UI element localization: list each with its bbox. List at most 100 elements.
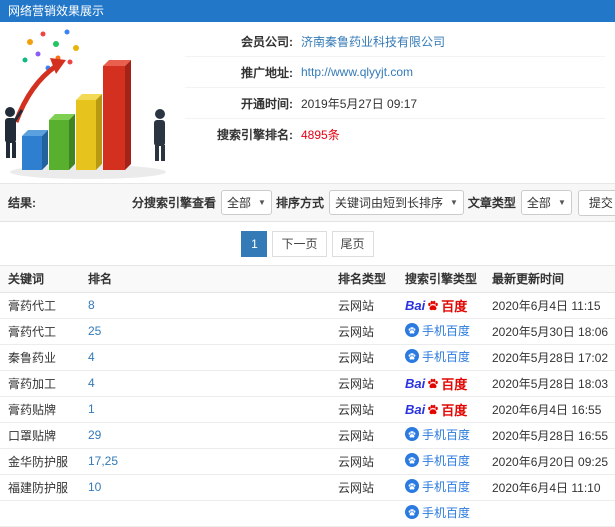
baidu-mobile-badge: 手机百度 [405, 478, 470, 495]
rank-cell: 4 [80, 370, 330, 397]
engine-cell: 手机百度 [397, 474, 484, 501]
sort-filter-label: 排序方式 [275, 196, 324, 210]
table-row: 秦鲁药业 4 云网站 手机百度 2020年5月28日 17:02 [0, 344, 615, 371]
pagination: 1 下一页 尾页 [0, 222, 615, 266]
rank-type-cell: 云网站 [330, 474, 397, 501]
info-section: 会员公司: 济南秦鲁药业科技有限公司 推广地址: http://www.qlyy… [0, 22, 615, 184]
header-rank-type: 排名类型 [330, 266, 397, 293]
table-row: 福建防护服 10 云网站 手机百度 2020年6月4日 11:10 [0, 474, 615, 501]
rank-count-label: 搜索引擎排名: [217, 128, 293, 142]
next-page-button[interactable]: 下一页 [272, 230, 327, 257]
results-label: 结果: [8, 196, 36, 210]
rank-link[interactable]: 4 [88, 376, 95, 390]
updated-cell: 2020年6月4日 11:15 [484, 292, 615, 319]
rank-type-cell: 云网站 [330, 370, 397, 397]
info-row-company: 会员公司: 济南秦鲁药业科技有限公司 [185, 26, 605, 57]
engine-cell: Bai 百度 [397, 370, 484, 397]
rank-cell: 1 [80, 396, 330, 423]
promo-url-link[interactable]: http://www.qlyyjt.com [301, 65, 413, 79]
baidu-mobile-icon [405, 505, 419, 520]
engine-cell: 手机百度 [397, 318, 484, 345]
company-name-link[interactable]: 济南秦鲁药业科技有限公司 [301, 33, 445, 50]
promo-url-label: 推广地址: [241, 65, 293, 80]
updated-cell: 2020年6月4日 11:10 [484, 474, 615, 501]
baidu-paw-icon [428, 404, 439, 415]
rank-cell: 29 [80, 422, 330, 449]
keyword-cell: 秦鲁药业 [0, 344, 80, 371]
rank-count-value: 4895条 [301, 128, 340, 142]
company-info-list: 会员公司: 济南秦鲁药业科技有限公司 推广地址: http://www.qlyy… [185, 22, 615, 183]
engine-cell: 手机百度 [397, 448, 484, 475]
keyword-cell: 福建防护服 [0, 474, 80, 501]
engine-filter-label: 分搜索引擎查看 [132, 196, 217, 210]
article-type-select[interactable]: 全部 ▼ [520, 190, 572, 215]
baidu-pc-logo: Bai 百度 [405, 375, 468, 392]
rank-cell: 8 [80, 292, 330, 319]
engine-cell: 手机百度 [397, 422, 484, 449]
table-row: 金华防护服 17,25 云网站 手机百度 2020年6月20日 09:25 [0, 448, 615, 475]
rank-link[interactable]: 10 [88, 480, 101, 494]
rank-link[interactable]: 1 [88, 402, 95, 416]
last-page-button[interactable]: 尾页 [331, 230, 374, 257]
open-time-value: 2019年5月27日 09:17 [301, 96, 418, 111]
rank-link[interactable]: 29 [88, 428, 101, 442]
rank-cell: 10 [80, 474, 330, 501]
updated-cell: 2020年6月4日 16:55 [484, 396, 615, 423]
results-table: 关键词 排名 排名类型 搜索引擎类型 最新更新时间 膏药代工 8 云网站 Bai… [0, 266, 615, 527]
keyword-cell: 膏药代工 [0, 318, 80, 345]
rank-type-cell: 云网站 [330, 292, 397, 319]
baidu-pc-logo: Bai 百度 [405, 297, 468, 314]
info-row-url: 推广地址: http://www.qlyyjt.com [185, 57, 605, 88]
table-row: 手机百度 [0, 500, 615, 527]
baidu-mobile-icon [405, 349, 419, 364]
header-updated: 最新更新时间 [484, 266, 615, 293]
engine-filter-select[interactable]: 全部 ▼ [221, 190, 272, 215]
keyword-cell [0, 500, 80, 527]
baidu-paw-icon [428, 300, 439, 311]
rank-type-cell: 云网站 [330, 448, 397, 475]
keyword-cell: 膏药代工 [0, 292, 80, 319]
growth-chart-graphic [5, 29, 166, 179]
updated-cell: 2020年5月28日 18:03 [484, 370, 615, 397]
page-button-current[interactable]: 1 [241, 230, 268, 257]
keyword-cell: 金华防护服 [0, 448, 80, 475]
header-keyword: 关键词 [0, 266, 80, 293]
engine-cell: 手机百度 [397, 344, 484, 371]
baidu-mobile-badge: 手机百度 [405, 452, 470, 469]
submit-button[interactable]: 提交 [577, 189, 615, 216]
updated-cell: 2020年5月30日 18:06 [484, 318, 615, 345]
chevron-down-icon: ▼ [258, 198, 266, 207]
sort-order-select[interactable]: 关键词由短到长排序 ▼ [328, 190, 464, 215]
baidu-mobile-badge: 手机百度 [405, 504, 470, 521]
baidu-paw-icon [428, 378, 439, 389]
rank-type-cell [330, 500, 397, 527]
rank-link[interactable]: 17,25 [88, 454, 118, 468]
rank-cell: 17,25 [80, 448, 330, 475]
baidu-mobile-icon [405, 453, 419, 468]
baidu-mobile-icon [405, 479, 419, 494]
open-time-label: 开通时间: [241, 96, 293, 111]
table-header-row: 关键词 排名 排名类型 搜索引擎类型 最新更新时间 [0, 266, 615, 293]
info-row-open-time: 开通时间: 2019年5月27日 09:17 [185, 88, 605, 119]
filter-bar: 结果: 分搜索引擎查看 全部 ▼ 排序方式 关键词由短到长排序 ▼ 文章类型 全… [0, 184, 615, 222]
rank-link[interactable]: 25 [88, 324, 101, 338]
baidu-mobile-badge: 手机百度 [405, 348, 470, 365]
chevron-down-icon: ▼ [557, 198, 566, 207]
updated-cell: 2020年5月28日 16:55 [484, 422, 615, 449]
keyword-cell: 膏药加工 [0, 370, 80, 397]
header-rank: 排名 [80, 266, 330, 293]
rank-type-cell: 云网站 [330, 344, 397, 371]
table-row: 膏药贴牌 1 云网站 Bai 百度 2020年6月4日 16:55 [0, 396, 615, 423]
engine-cell: 手机百度 [397, 500, 484, 527]
company-label: 会员公司: [241, 34, 293, 49]
keyword-cell: 膏药贴牌 [0, 396, 80, 423]
updated-cell [484, 500, 615, 527]
rank-link[interactable]: 4 [88, 350, 95, 364]
table-row: 膏药加工 4 云网站 Bai 百度 2020年5月28日 18:03 [0, 370, 615, 397]
baidu-pc-logo: Bai 百度 [405, 401, 468, 418]
chevron-down-icon: ▼ [449, 198, 458, 207]
rank-link[interactable]: 8 [88, 298, 95, 312]
rank-type-cell: 云网站 [330, 422, 397, 449]
table-row: 膏药代工 25 云网站 手机百度 2020年5月30日 18:06 [0, 318, 615, 345]
updated-cell: 2020年6月20日 09:25 [484, 448, 615, 475]
